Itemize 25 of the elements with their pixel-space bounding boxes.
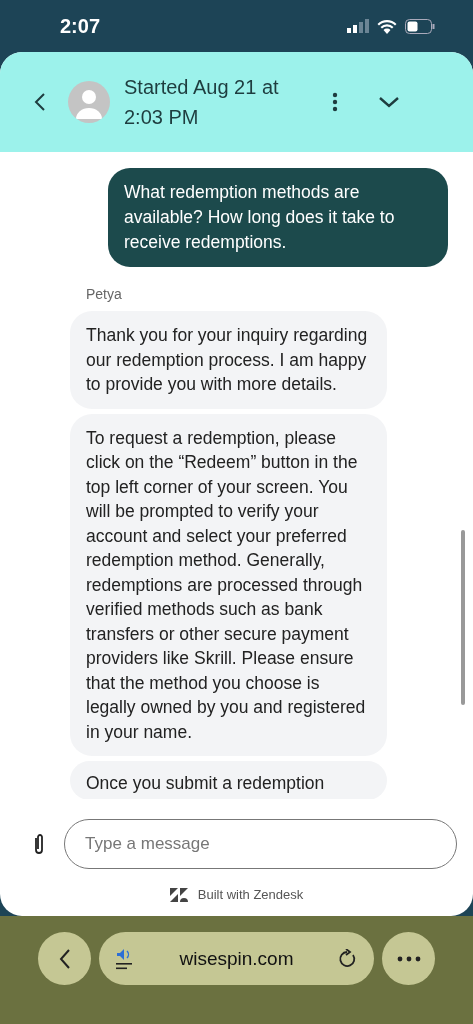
avatar-icon [68, 81, 110, 123]
url-text: wisespin.com [178, 947, 295, 970]
chevron-left-icon [34, 92, 46, 112]
horizontal-dots-icon [396, 955, 421, 962]
agent-message: Thank you for your inquiry regarding our redemption process. I am happy to provide you with more details. [70, 311, 387, 409]
battery-icon [405, 18, 435, 34]
message-input[interactable]: Type a message [64, 819, 457, 869]
address-bar[interactable]: wisespin.com [99, 932, 374, 985]
speaker-icon [115, 947, 135, 970]
browser-back-button[interactable] [38, 932, 91, 985]
zendesk-logo-icon [169, 887, 188, 902]
agent-message: Once you submit a redemption [70, 761, 387, 799]
clock: 2:07 [60, 14, 101, 38]
wifi-icon [377, 18, 397, 34]
reload-icon[interactable] [338, 948, 358, 969]
footer-text: Built with Zendesk [197, 887, 304, 902]
conversation-title: Started Aug 21 at 2:03 PM [124, 75, 280, 130]
user-message: What redemption methods are available? How long does it take to receive redemptions. [108, 168, 448, 267]
agent-message: To request a redemption, please click on the “Redeem” button in the top left corner of your screen. You will be prompted to verify your account and select your preferred redemption method. Generally, redemptions are processed through verified methods such as bank transfers or other secure payment providers like Skrill. Please ensure that the method you choose is legally owned by you and registered in your name. [70, 413, 387, 756]
vertical-dots-icon [332, 92, 338, 112]
signal-icon [347, 19, 369, 33]
chevron-left-icon [58, 947, 71, 970]
more-button[interactable] [382, 932, 435, 985]
chevron-down-icon [378, 96, 400, 108]
sender-name: Petya [86, 286, 123, 302]
